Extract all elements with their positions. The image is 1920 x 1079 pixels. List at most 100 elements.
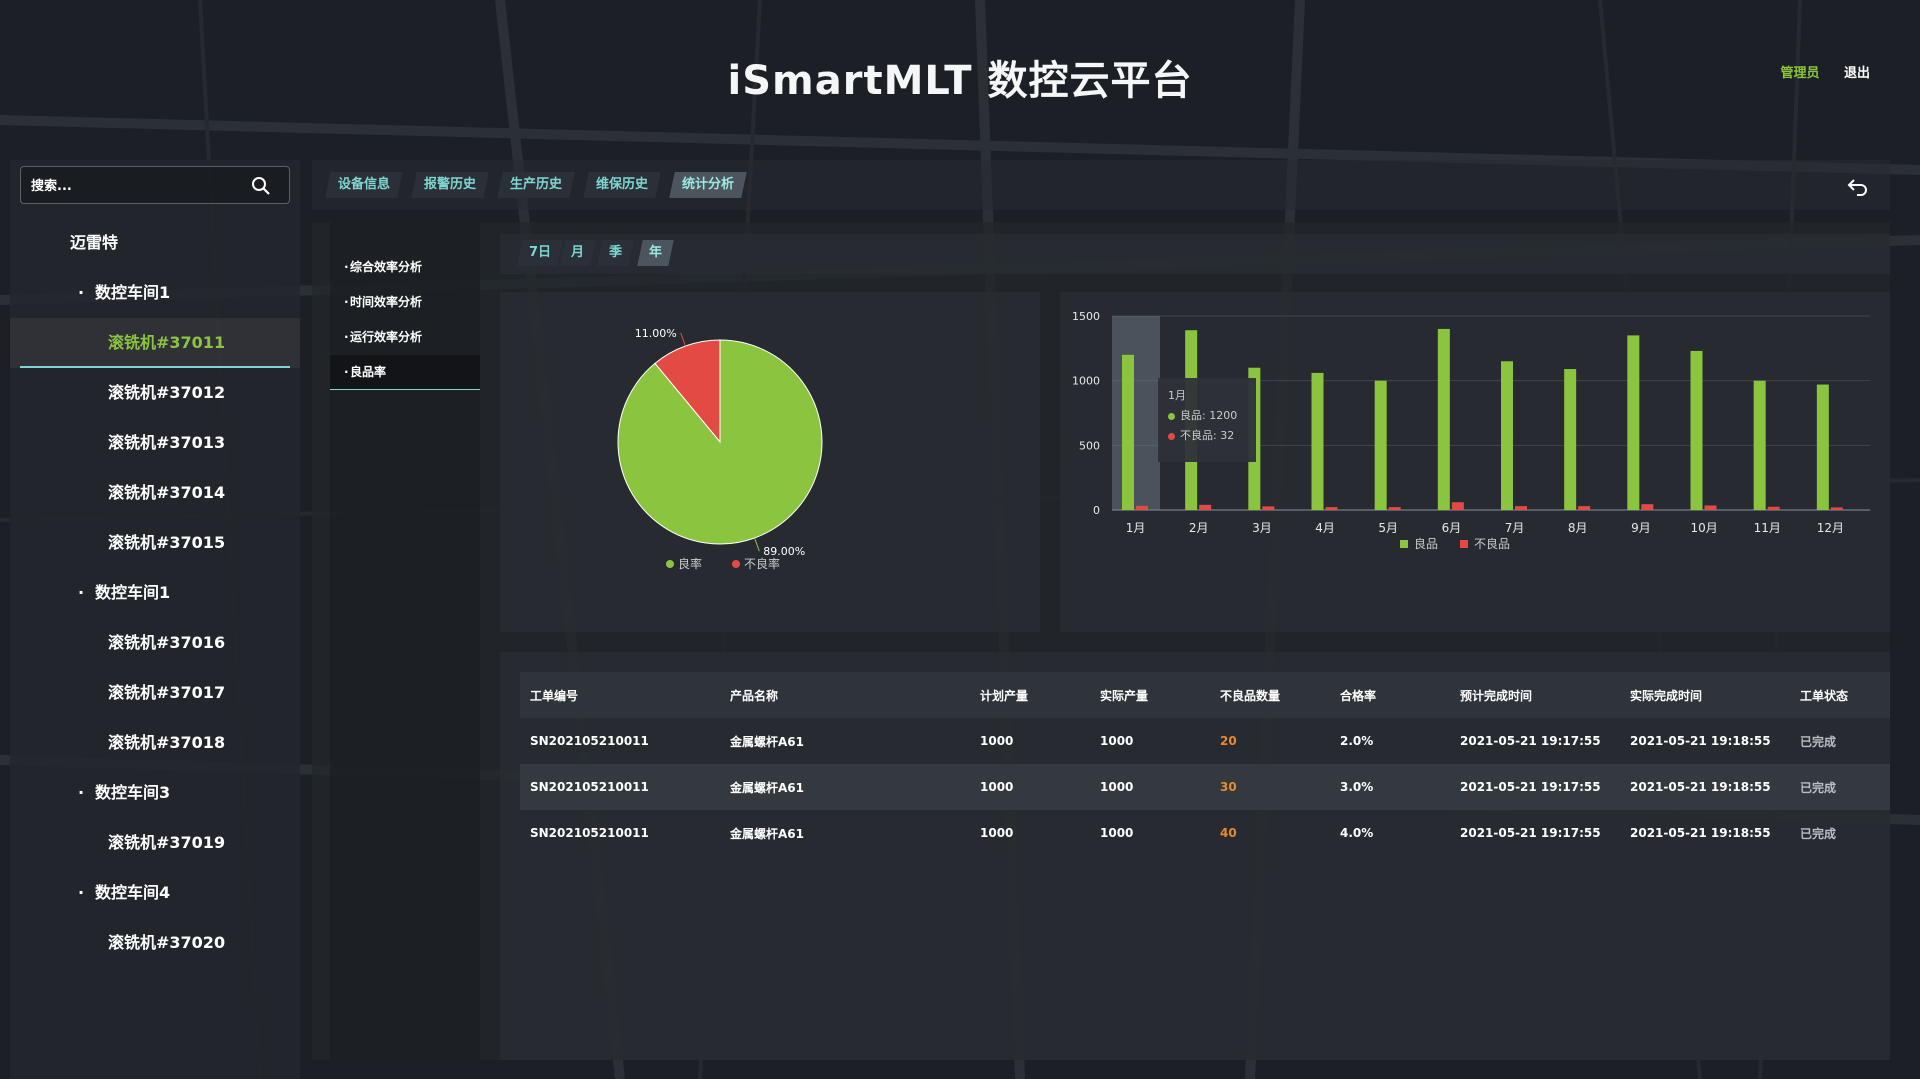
column-header[interactable]: 实际产量	[1090, 672, 1210, 718]
search-icon[interactable]	[251, 176, 271, 196]
x-tick-label: 11月	[1754, 521, 1781, 535]
analysis-menu-item[interactable]: 良品率	[330, 355, 480, 390]
tree-device-item[interactable]: 滚铣机#37011	[10, 318, 300, 368]
bar-good[interactable]	[1690, 350, 1703, 510]
bar-bad[interactable]	[1578, 506, 1591, 510]
table-cell: 2021-05-21 19:17:55	[1450, 764, 1620, 810]
tab-1[interactable]: 报警历史	[411, 172, 489, 198]
bar-good[interactable]	[1311, 372, 1324, 510]
y-tick-label: 1500	[1072, 310, 1100, 323]
tree-device-item[interactable]: 滚铣机#37020	[10, 918, 300, 968]
bar-bad[interactable]	[1830, 507, 1843, 510]
table-row[interactable]: SN202105210011 金属螺杆A61 1000 1000 20 2.0% 2021-…	[520, 718, 1890, 764]
tree-device-item[interactable]: 滚铣机#37015	[10, 518, 300, 568]
bar-good[interactable]	[1564, 369, 1577, 510]
tree-device-item[interactable]: 滚铣机#37013	[10, 418, 300, 468]
bar-bad[interactable]	[1641, 504, 1654, 510]
bar-good[interactable]	[1374, 380, 1387, 510]
bar-good[interactable]	[1437, 328, 1450, 510]
table-cell: 1000	[1100, 734, 1134, 748]
bar-bad[interactable]	[1451, 502, 1464, 510]
user-name[interactable]: 管理员	[1780, 66, 1819, 81]
table-row[interactable]: SN202105210011 金属螺杆A61 1000 1000 40 4.0% 2021-…	[520, 810, 1890, 856]
pie-data-label: 11.00%	[635, 327, 677, 340]
x-tick-label: 12月	[1817, 521, 1844, 535]
tree-group-item[interactable]: 数控车间3	[10, 768, 300, 818]
period-tab-1[interactable]: 月	[559, 240, 596, 266]
bar-good[interactable]	[1501, 361, 1513, 510]
bar-bad[interactable]	[1136, 505, 1148, 510]
hover-band	[1112, 316, 1161, 510]
tab-3[interactable]: 维保历史	[583, 172, 661, 198]
table-cell: 2021-05-21 19:18:55	[1620, 764, 1790, 810]
bar-good[interactable]	[1816, 384, 1829, 510]
table-cell: 2021-05-21 19:17:55	[1460, 826, 1601, 840]
bar-bad[interactable]	[1515, 506, 1527, 510]
period-tab-3[interactable]: 年	[637, 240, 674, 266]
pie-slice[interactable]	[617, 339, 823, 545]
x-tick-label: 1月	[1126, 521, 1146, 535]
analysis-menu-item[interactable]: 时间效率分析	[330, 285, 480, 320]
tab-2[interactable]: 生产历史	[497, 172, 575, 198]
column-header[interactable]: 产品名称	[720, 672, 970, 718]
tab-label: 维保历史	[596, 177, 649, 192]
tree-device-item[interactable]: 滚铣机#37014	[10, 468, 300, 518]
tree-group-item[interactable]: 数控车间1	[10, 268, 300, 318]
tree-group-item[interactable]: 数控车间1	[10, 568, 300, 618]
analysis-menu-item[interactable]: 运行效率分析	[330, 320, 480, 355]
tree-group-item[interactable]: 数控车间4	[10, 868, 300, 918]
column-header[interactable]: 实际完成时间	[1620, 672, 1790, 718]
bar-good[interactable]	[1627, 335, 1640, 510]
column-header[interactable]: 合格率	[1330, 672, 1450, 718]
table-cell: 1000	[970, 764, 1090, 810]
tree-root[interactable]: 迈雷特	[10, 218, 300, 268]
column-header[interactable]: 计划产量	[970, 672, 1090, 718]
bar-bad[interactable]	[1262, 506, 1275, 510]
sidebar: 迈雷特 数控车间1滚铣机#37011滚铣机#37012滚铣机#37013滚铣机#…	[10, 160, 300, 1079]
bar-bad[interactable]	[1199, 504, 1212, 510]
logout-button[interactable]: 退出	[1844, 66, 1870, 81]
tab-4[interactable]: 统计分析	[669, 172, 747, 198]
good-dot-icon	[1168, 412, 1175, 420]
pie-chart-panel: 11.00% 89.00% 良率 不良率	[500, 292, 1040, 632]
tree-device-item[interactable]: 滚铣机#37018	[10, 718, 300, 768]
period-tab-2[interactable]: 季	[597, 240, 634, 266]
bar-bad[interactable]	[1388, 507, 1401, 510]
bar-good[interactable]	[1753, 380, 1766, 510]
pie-label-line	[680, 332, 686, 347]
table-cell: 40	[1220, 826, 1237, 840]
tab-label: 设备信息	[338, 177, 391, 192]
tree-device-item[interactable]: 滚铣机#37012	[10, 368, 300, 418]
tree-device-item[interactable]: 滚铣机#37019	[10, 818, 300, 868]
column-header[interactable]: 工单状态	[1790, 672, 1890, 718]
period-tab-label: 7日	[529, 245, 552, 260]
bar-bad[interactable]	[1325, 507, 1338, 510]
table-header-row: 工单编号 产品名称 计划产量 实际产量 不良品数量 合格率 预计完成时间 实际完成时间 工单状态	[520, 672, 1890, 718]
tree-device-item[interactable]: 滚铣机#37016	[10, 618, 300, 668]
table-row[interactable]: SN202105210011 金属螺杆A61 1000 1000 30 3.0% 2021-…	[520, 764, 1890, 810]
period-tab-label: 季	[609, 245, 623, 260]
tab-label: 统计分析	[682, 177, 735, 192]
column-header[interactable]: 不良品数量	[1210, 672, 1330, 718]
tree-device-item[interactable]: 滚铣机#37017	[10, 668, 300, 718]
table-cell: 1000	[1100, 826, 1134, 840]
table-cell: 金属螺杆A61	[720, 764, 970, 810]
bar-bad[interactable]	[1767, 506, 1780, 510]
main-panel: 设备信息 报警历史 生产历史 维保历史 统计分析 综合效率分析时间效率分析运行效率分析良…	[312, 160, 1890, 1060]
x-tick-label: 7月	[1505, 521, 1525, 535]
column-header[interactable]: 预计完成时间	[1450, 672, 1620, 718]
table-cell: 30	[1210, 764, 1330, 810]
tab-0[interactable]: 设备信息	[325, 172, 403, 198]
bar-good[interactable]	[1122, 354, 1134, 510]
column-header[interactable]: 工单编号	[520, 672, 720, 718]
search-input[interactable]	[31, 174, 241, 198]
analysis-menu-item[interactable]: 综合效率分析	[330, 250, 480, 285]
table-cell: 20	[1220, 734, 1237, 748]
x-tick-label: 4月	[1315, 521, 1335, 535]
x-tick-label: 8月	[1568, 521, 1588, 535]
table-cell: 金属螺杆A61	[730, 826, 804, 841]
period-tab-0[interactable]: 7日	[517, 240, 563, 266]
back-icon[interactable]	[1846, 174, 1870, 198]
tab-label: 生产历史	[510, 177, 563, 192]
bar-bad[interactable]	[1704, 505, 1717, 510]
